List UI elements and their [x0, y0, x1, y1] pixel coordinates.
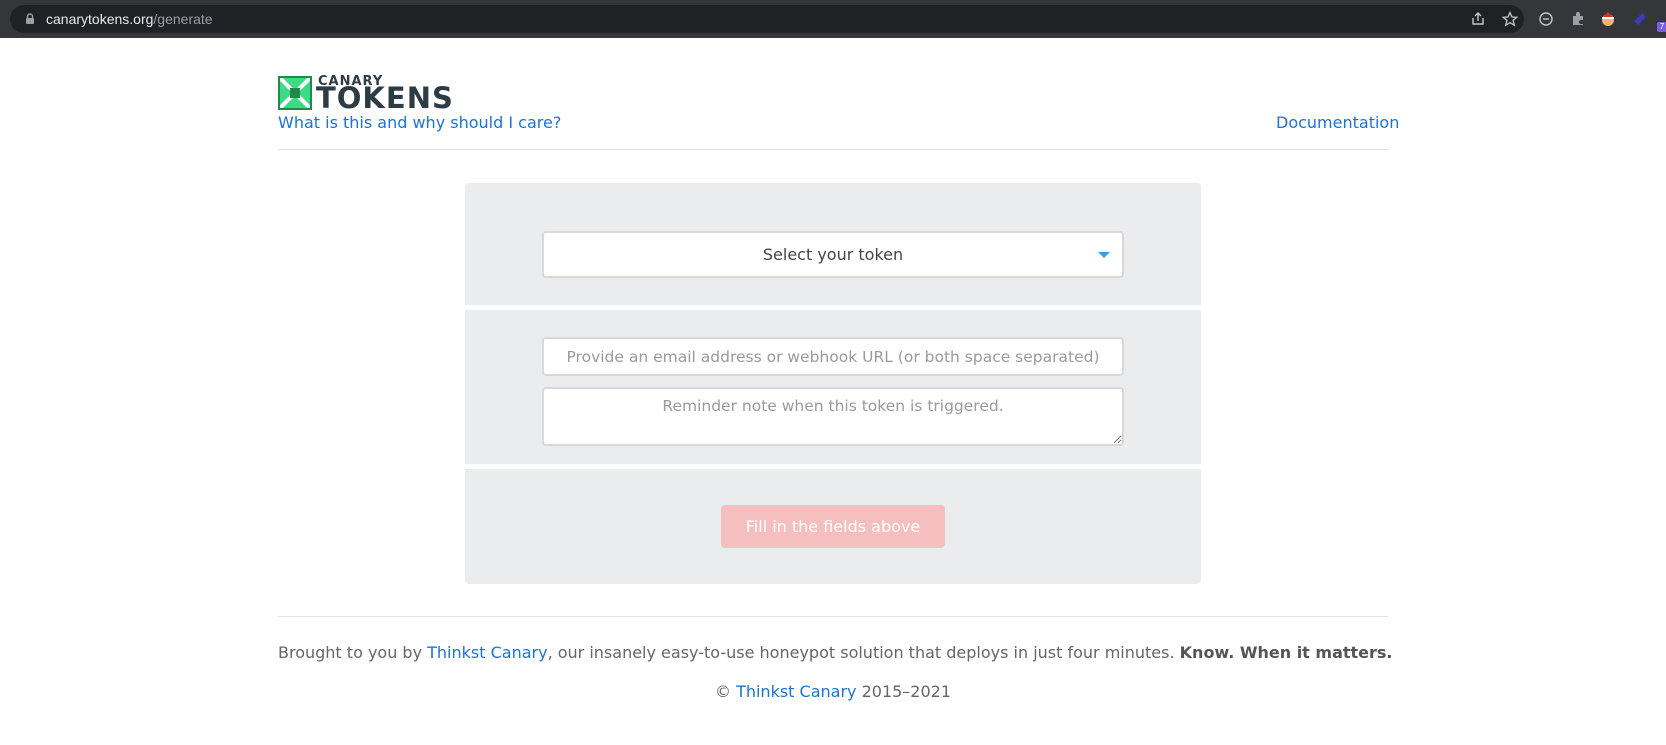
footer-brought-prefix: Brought to you by: [278, 643, 428, 662]
bookmark-star-icon[interactable]: [1502, 11, 1518, 27]
copyright-thinkst-link[interactable]: Thinkst Canary: [736, 682, 856, 701]
token-form-panel: Select your token Fill in the fields abo…: [465, 183, 1201, 584]
lock-icon[interactable]: [24, 13, 36, 25]
footer-tagline: Know. When it matters.: [1179, 643, 1393, 662]
profile-extension-icon[interactable]: [1632, 11, 1648, 27]
canarytokens-logo[interactable]: CANARY TOKENS: [278, 74, 478, 115]
reminder-note-textarea[interactable]: [542, 387, 1124, 446]
copyright-symbol: ©: [714, 682, 737, 701]
minus-circle-extension-icon[interactable]: [1538, 11, 1554, 27]
footer-copyright: © Thinkst Canary 2015–2021: [278, 682, 1388, 701]
share-icon[interactable]: [1470, 11, 1486, 27]
santa-extension-icon[interactable]: [1600, 11, 1616, 27]
token-type-select-label: Select your token: [762, 245, 904, 264]
submit-section: Fill in the fields above: [465, 469, 1201, 584]
puzzle-extension-icon[interactable]: [1570, 11, 1586, 27]
logo-text-tokens: TOKENS: [316, 81, 454, 115]
what-is-this-link[interactable]: What is this and why should I care?: [278, 113, 561, 132]
documentation-link[interactable]: Documentation: [1276, 113, 1399, 132]
footer-brought-suffix: , our insanely easy-to-use honeypot solu…: [547, 643, 1180, 662]
footer-divider: [278, 616, 1388, 617]
create-token-button[interactable]: Fill in the fields above: [721, 505, 945, 548]
browser-toolbar: canarytokens.org/generate 7: [0, 0, 1666, 38]
header-divider: [278, 149, 1388, 150]
chevron-down-icon: [1098, 252, 1110, 258]
canary-logo-icon: [278, 76, 312, 110]
url-host: canarytokens.org: [46, 11, 154, 27]
page-content: CANARY TOKENS What is this and why shoul…: [0, 38, 1666, 745]
thinkst-canary-link[interactable]: Thinkst Canary: [427, 643, 547, 662]
token-details-section: [465, 310, 1201, 464]
copyright-years: 2015–2021: [856, 682, 952, 701]
footer-attribution: Brought to you by Thinkst Canary, our in…: [278, 643, 1393, 662]
extension-badge: 7: [1657, 22, 1666, 32]
token-type-select[interactable]: Select your token: [542, 231, 1124, 278]
url-path: /generate: [153, 11, 213, 27]
token-type-section: Select your token: [465, 183, 1201, 305]
email-webhook-input[interactable]: [542, 337, 1124, 376]
url-text[interactable]: canarytokens.org/generate: [46, 11, 213, 27]
address-bar[interactable]: canarytokens.org/generate: [10, 5, 1524, 33]
